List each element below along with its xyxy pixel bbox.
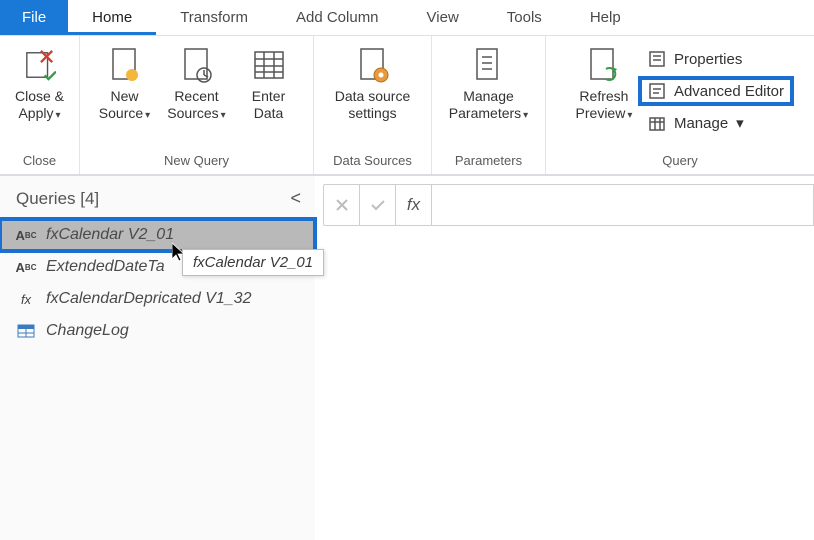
data-source-settings-button[interactable]: Data source settings: [323, 42, 423, 122]
enter-data-label: Enter Data: [252, 88, 285, 122]
formula-bar: fx: [323, 184, 814, 226]
table-icon: [16, 321, 36, 341]
tab-transform[interactable]: Transform: [156, 0, 272, 35]
formula-cancel-button[interactable]: [323, 184, 359, 226]
close-apply-icon: [24, 46, 56, 84]
ribbon-body: Close & Apply▾ Close New Source▾: [0, 36, 814, 176]
tab-add-column[interactable]: Add Column: [272, 0, 403, 35]
enter-data-icon: [253, 46, 285, 84]
text-type-icon: ABC: [16, 257, 36, 277]
function-icon: fx: [16, 289, 36, 309]
query-item-fxcalendardepricated[interactable]: fx fxCalendarDepricated V1_32: [0, 283, 315, 315]
main-area: fx: [315, 176, 814, 540]
close-icon: [335, 198, 349, 212]
text-type-icon: ABC: [16, 225, 36, 245]
query-name: fxCalendar V2_01: [46, 226, 174, 244]
tab-tools[interactable]: Tools: [483, 0, 566, 35]
tooltip: fxCalendar V2_01: [182, 249, 324, 276]
query-name: fxCalendarDepricated V1_32: [46, 290, 251, 308]
recent-sources-icon: [181, 46, 213, 84]
query-item-changelog[interactable]: ChangeLog: [0, 315, 315, 347]
close-apply-label: Close & Apply▾: [15, 88, 64, 122]
query-item-fxcalendar[interactable]: ABC fxCalendar V2_01 fxCalendar V2_01: [0, 219, 315, 251]
group-close-label: Close: [23, 149, 56, 170]
queries-panel: Queries [4] < ABC fxCalendar V2_01 fxCal…: [0, 176, 315, 540]
advanced-editor-button[interactable]: Advanced Editor: [640, 78, 792, 104]
tab-file[interactable]: File: [0, 0, 68, 35]
group-parameters: Manage Parameters▾ Parameters: [432, 36, 546, 174]
properties-icon: [648, 50, 666, 68]
queries-title: Queries [4]: [16, 189, 99, 209]
enter-data-button[interactable]: Enter Data: [233, 42, 305, 122]
chevron-down-icon: ▾: [736, 114, 744, 132]
refresh-preview-label: Refresh Preview▾: [576, 88, 633, 122]
tab-home[interactable]: Home: [68, 0, 156, 35]
new-source-icon: [109, 46, 141, 84]
group-parameters-label: Parameters: [455, 149, 522, 170]
group-new-query-label: New Query: [164, 149, 229, 170]
refresh-preview-icon: [588, 46, 620, 84]
queries-header: Queries [4] <: [0, 184, 315, 219]
manage-parameters-label: Manage Parameters▾: [449, 88, 528, 122]
formula-input[interactable]: [431, 184, 814, 226]
manage-parameters-icon: [473, 46, 505, 84]
query-name: ExtendedDateTa: [46, 258, 165, 276]
advanced-editor-icon: [648, 82, 666, 100]
refresh-preview-button[interactable]: Refresh Preview▾: [568, 42, 640, 122]
group-new-query: New Source▾ Recent Sources▾: [80, 36, 314, 174]
properties-label: Properties: [674, 51, 742, 68]
formula-fx-button[interactable]: fx: [395, 184, 431, 226]
group-close: Close & Apply▾ Close: [0, 36, 80, 174]
query-name: ChangeLog: [46, 322, 129, 340]
recent-sources-button[interactable]: Recent Sources▾: [161, 42, 233, 122]
group-data-sources: Data source settings Data Sources: [314, 36, 432, 174]
properties-button[interactable]: Properties: [640, 46, 792, 72]
check-icon: [370, 198, 386, 212]
new-source-label: New Source▾: [99, 88, 150, 122]
manage-button[interactable]: Manage ▾: [640, 110, 792, 136]
collapse-icon[interactable]: <: [290, 188, 301, 209]
manage-icon: [648, 114, 666, 132]
formula-commit-button[interactable]: [359, 184, 395, 226]
group-data-sources-label: Data Sources: [333, 149, 412, 170]
recent-sources-label: Recent Sources▾: [167, 88, 225, 122]
advanced-editor-label: Advanced Editor: [674, 83, 784, 100]
content-area: Queries [4] < ABC fxCalendar V2_01 fxCal…: [0, 176, 814, 540]
ribbon-tabs: File Home Transform Add Column View Tool…: [0, 0, 814, 36]
close-apply-button[interactable]: Close & Apply▾: [4, 42, 76, 122]
group-query-label: Query: [662, 149, 697, 170]
new-source-button[interactable]: New Source▾: [89, 42, 161, 122]
tab-help[interactable]: Help: [566, 0, 645, 35]
manage-parameters-button[interactable]: Manage Parameters▾: [439, 42, 539, 122]
manage-label: Manage: [674, 115, 728, 132]
group-query: Refresh Preview▾ Properties Advanced Edi…: [546, 36, 814, 174]
data-source-settings-label: Data source settings: [335, 88, 410, 122]
tab-view[interactable]: View: [403, 0, 483, 35]
data-source-settings-icon: [357, 46, 389, 84]
